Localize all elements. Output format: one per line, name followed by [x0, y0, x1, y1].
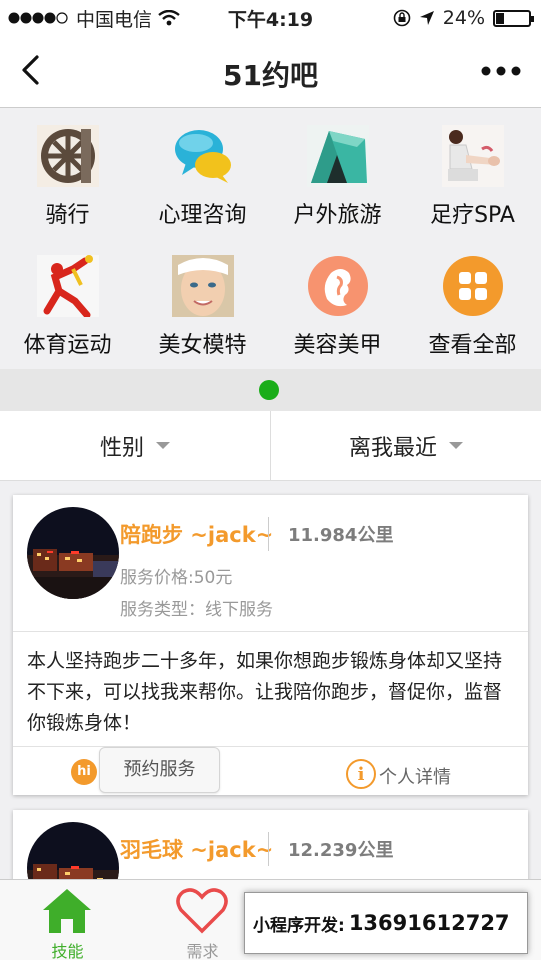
- gender-filter-label: 性别: [99, 435, 144, 461]
- info-icon[interactable]: i: [346, 759, 376, 789]
- card-header: 羽毛球 ~jack~ 12.239公里: [13, 810, 528, 890]
- promo-banner[interactable]: 小程序开发: 13691612727: [244, 892, 528, 954]
- promo-phone: 13691612727: [348, 911, 510, 935]
- divider: [268, 832, 269, 866]
- chat-bubbles-icon: [175, 130, 231, 183]
- service-card[interactable]: 羽毛球 ~jack~ 12.239公里: [13, 810, 528, 890]
- category-label: 体育运动: [23, 333, 112, 358]
- tab-skills[interactable]: 技能: [0, 880, 135, 960]
- filter-bar: 性别 离我最近: [0, 411, 541, 481]
- category-beauty[interactable]: 美容美甲: [270, 239, 405, 369]
- card-actions: hi 预约服务 i 个人详情: [13, 747, 528, 795]
- service-type-label: 服务类型：线下服务: [120, 600, 273, 620]
- category-view-all[interactable]: 查看全部: [405, 239, 540, 369]
- page-title: 51约吧: [223, 59, 318, 92]
- distance-label: 12.239公里: [288, 840, 394, 861]
- caret-down-icon: [156, 442, 170, 449]
- service-card[interactable]: 陪跑步 ~jack~ 11.984公里 服务价格:50元 服务类型：线下服务 本…: [13, 495, 528, 795]
- foot-spa-icon: [442, 125, 504, 187]
- category-label: 足疗SPA: [430, 203, 515, 228]
- category-sports[interactable]: 体育运动: [0, 239, 135, 369]
- caret-down-icon: [449, 442, 463, 449]
- distance-sort[interactable]: 离我最近: [270, 411, 541, 480]
- category-grid: 骑行 心理咨询 户外旅游 足疗SPA 体育运动 美女模特 美容美甲 查看全部: [0, 109, 541, 369]
- divider: [268, 517, 269, 551]
- provider-name[interactable]: 陪跑步 ~jack~: [120, 519, 273, 549]
- location-icon: [419, 11, 434, 25]
- battery-percent: 24%: [442, 7, 485, 29]
- distance-label: 11.984公里: [288, 525, 394, 546]
- book-service-button[interactable]: 预约服务: [99, 747, 220, 793]
- distance-sort-label: 离我最近: [348, 435, 437, 461]
- gender-filter[interactable]: 性别: [0, 411, 270, 480]
- category-models[interactable]: 美女模特: [135, 239, 270, 369]
- status-right: 24%: [393, 7, 534, 29]
- provider-name[interactable]: 羽毛球 ~jack~: [120, 834, 273, 864]
- tab-label: 技能: [51, 942, 84, 960]
- heart-icon: [176, 888, 228, 934]
- sports-icon: [37, 255, 99, 317]
- more-options-icon[interactable]: [479, 58, 523, 84]
- battery-icon: [493, 9, 534, 27]
- beauty-icon: [308, 256, 368, 316]
- card-header: 陪跑步 ~jack~ 11.984公里 服务价格:50元 服务类型：线下服务: [13, 495, 528, 632]
- bike-wheel-icon: [37, 125, 99, 187]
- category-label: 户外旅游: [293, 203, 382, 228]
- rotation-lock-icon: [393, 9, 411, 27]
- model-face-icon: [172, 255, 234, 317]
- profile-detail-link[interactable]: 个人详情: [379, 763, 451, 789]
- page-indicator: [0, 369, 541, 411]
- category-foot-spa[interactable]: 足疗SPA: [405, 109, 540, 239]
- avatar[interactable]: [27, 507, 119, 599]
- price-label: 服务价格:50元: [120, 568, 233, 588]
- category-label: 心理咨询: [158, 203, 247, 228]
- home-icon: [43, 889, 91, 933]
- card-description: 本人坚持跑步二十多年，如果你想跑步锻炼身体却又坚持不下来，可以找我来帮你。让我陪…: [13, 632, 528, 747]
- category-label: 美容美甲: [293, 333, 382, 358]
- nav-bar: 51约吧: [0, 36, 541, 108]
- promo-label: 小程序开发:: [253, 915, 345, 936]
- category-label: 美女模特: [158, 333, 247, 358]
- hi-icon: hi: [71, 759, 97, 785]
- tent-icon: [307, 125, 369, 187]
- category-cycling[interactable]: 骑行: [0, 109, 135, 239]
- page-dot-active[interactable]: [259, 380, 279, 400]
- status-bar: 中国电信 下午4:19 24%: [0, 0, 541, 36]
- category-outdoor[interactable]: 户外旅游: [270, 109, 405, 239]
- grid-icon: [443, 256, 503, 316]
- category-label: 骑行: [45, 203, 90, 228]
- category-counseling[interactable]: 心理咨询: [135, 109, 270, 239]
- category-label: 查看全部: [428, 333, 517, 358]
